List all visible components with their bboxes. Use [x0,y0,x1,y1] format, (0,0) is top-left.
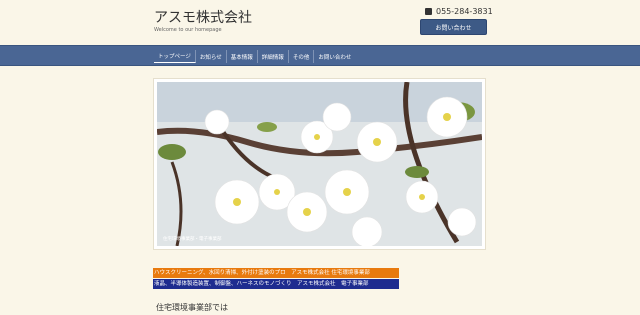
nav-item-contact[interactable]: お問い合わせ [314,50,355,63]
housing-division-banner[interactable]: ハウスクリーニング、水回り清掃、外付け塗装のプロ アスモ株式会社 住宅環境事業部 [153,268,399,278]
site-title[interactable]: アスモ株式会社 [154,7,252,27]
nav-item-details[interactable]: 詳細情報 [258,50,289,63]
hero-image: 住宅環境事業部・電子事業部 [154,79,485,249]
phone-text: 055-284-3831 [436,7,493,16]
phone-icon [425,8,432,15]
phone-number: 055-284-3831 [425,7,493,16]
site-header: アスモ株式会社 Welcome to our homepage 055-284-… [0,0,640,44]
electronics-division-banner[interactable]: 液晶、半導体製造装置、制御盤、ハーネスのモノづくり アスモ株式会社 電子事業部 [153,279,399,289]
nav-item-top[interactable]: トップページ [154,50,196,63]
hero-caption: 住宅環境事業部・電子事業部 [163,237,222,242]
cherry-blossom-photo [157,82,482,246]
main-nav: トップページ お知らせ 基本情報 詳細情報 その他 お問い合わせ [0,45,640,66]
nav-item-basic-info[interactable]: 基本情報 [227,50,258,63]
nav-item-other[interactable]: その他 [289,50,315,63]
contact-button[interactable]: お問い合わせ [420,19,487,35]
nav-item-news[interactable]: お知らせ [196,50,227,63]
section-heading: 住宅環境事業部では [156,303,228,312]
site-tagline: Welcome to our homepage [154,27,222,33]
